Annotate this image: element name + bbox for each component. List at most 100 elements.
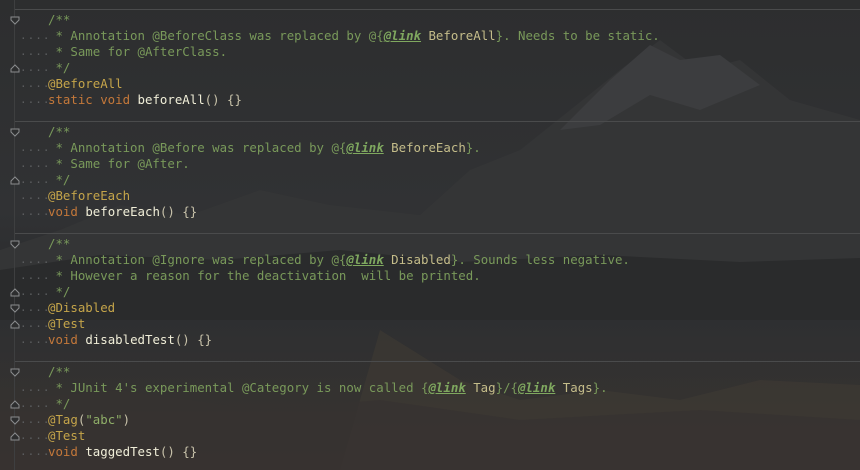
code-text: * Annotation @BeforeClass was replaced b… bbox=[48, 28, 659, 44]
code-line[interactable]: .... @Disabled bbox=[0, 300, 860, 316]
code-text: * Same for @AfterClass. bbox=[48, 44, 227, 60]
code-line[interactable]: .... void taggedTest() {} bbox=[0, 444, 860, 460]
whitespace-marker: .... bbox=[20, 269, 51, 282]
code-line[interactable]: .... * Same for @After. bbox=[0, 156, 860, 172]
code-token-kw: void bbox=[48, 444, 86, 459]
code-text: @BeforeAll bbox=[48, 76, 123, 92]
whitespace-marker: .... bbox=[20, 333, 51, 346]
code-token-cmt: * Same for @AfterClass. bbox=[48, 44, 228, 59]
code-line[interactable]: /** bbox=[0, 236, 860, 252]
code-text: */ bbox=[48, 396, 70, 412]
code-line[interactable]: .... * However a reason for the deactiva… bbox=[0, 268, 860, 284]
whitespace-marker: .... bbox=[20, 61, 51, 74]
whitespace-marker: .... bbox=[20, 45, 51, 58]
fold-open-icon[interactable] bbox=[10, 128, 20, 137]
code-text: * However a reason for the deactivation … bbox=[48, 268, 480, 284]
code-line[interactable]: .... * JUnit 4's experimental @Category … bbox=[0, 380, 860, 396]
code-token-cmt: */ bbox=[48, 172, 71, 187]
code-token-tag: @link bbox=[518, 380, 556, 395]
code-token-cmt: /** bbox=[48, 124, 71, 139]
whitespace-marker: .... bbox=[20, 205, 51, 218]
fold-close-icon[interactable] bbox=[10, 176, 20, 185]
code-token-fn: beforeEach bbox=[85, 204, 160, 219]
code-line[interactable]: .... */ bbox=[0, 396, 860, 412]
code-token-ann: @Tag bbox=[48, 412, 78, 427]
code-line[interactable]: .... */ bbox=[0, 172, 860, 188]
code-line[interactable]: .... void disabledTest() {} bbox=[0, 332, 860, 348]
code-line[interactable]: .... void beforeEach() {} bbox=[0, 204, 860, 220]
code-token-tag: @link bbox=[346, 252, 384, 267]
code-token-cmt: * Annotation @Before was replaced by @{ bbox=[48, 140, 347, 155]
code-token-cmt: }. bbox=[592, 380, 608, 395]
code-token-cmt: /** bbox=[48, 12, 71, 27]
code-token-pun: () {} bbox=[159, 444, 198, 459]
whitespace-marker: .... bbox=[20, 141, 51, 154]
code-line[interactable]: .... * Annotation @BeforeClass was repla… bbox=[0, 28, 860, 44]
fold-close-icon[interactable] bbox=[10, 64, 20, 73]
code-line[interactable]: /** bbox=[0, 124, 860, 140]
fold-open-icon[interactable] bbox=[10, 240, 20, 249]
code-token-kw: void bbox=[48, 332, 86, 347]
whitespace-marker: .... bbox=[20, 189, 51, 202]
whitespace-marker: .... bbox=[20, 381, 51, 394]
code-line[interactable]: .... * Annotation @Ignore was replaced b… bbox=[0, 252, 860, 268]
code-token-cmt: * JUnit 4's experimental @Category is no… bbox=[48, 380, 429, 395]
code-editor[interactable]: /**.... * Annotation @BeforeClass was re… bbox=[0, 0, 860, 470]
code-token-ann: @Disabled bbox=[48, 300, 116, 315]
code-text: * Same for @After. bbox=[48, 156, 189, 172]
code-token-ref: BeforeEach bbox=[383, 140, 466, 155]
code-text: @Test bbox=[48, 316, 85, 332]
code-line[interactable]: .... @BeforeEach bbox=[0, 188, 860, 204]
code-line[interactable]: .... * Annotation @Before was replaced b… bbox=[0, 140, 860, 156]
code-token-tag: @link bbox=[346, 140, 384, 155]
code-token-cmt: /** bbox=[48, 236, 71, 251]
fold-close-icon[interactable] bbox=[10, 400, 20, 409]
code-token-ann: @Test bbox=[48, 428, 86, 443]
code-token-ref: BeforeAll bbox=[421, 28, 496, 43]
code-line[interactable]: /** bbox=[0, 12, 860, 28]
fold-open-icon[interactable] bbox=[10, 16, 20, 25]
code-token-pun: () {} bbox=[174, 332, 213, 347]
code-token-cmt: }/{ bbox=[495, 380, 518, 395]
code-text: @BeforeEach bbox=[48, 188, 130, 204]
fold-close-icon[interactable] bbox=[10, 432, 20, 441]
code-token-cmt: /** bbox=[48, 364, 71, 379]
fold-open-icon[interactable] bbox=[10, 304, 20, 313]
code-token-ref: Tags bbox=[555, 380, 593, 395]
code-text: /** bbox=[48, 12, 70, 28]
code-line[interactable]: .... @BeforeAll bbox=[0, 76, 860, 92]
code-token-cmt: * Annotation @Ignore was replaced by @{ bbox=[48, 252, 347, 267]
code-line[interactable]: .... @Test bbox=[0, 316, 860, 332]
fold-open-icon[interactable] bbox=[10, 416, 20, 425]
code-text: * JUnit 4's experimental @Category is no… bbox=[48, 380, 608, 396]
code-line[interactable]: .... */ bbox=[0, 60, 860, 76]
block-separator bbox=[15, 9, 860, 10]
block-separator bbox=[15, 121, 860, 122]
code-text: /** bbox=[48, 124, 70, 140]
code-text: */ bbox=[48, 172, 70, 188]
code-token-pun: ) bbox=[122, 412, 131, 427]
code-token-cmt: */ bbox=[48, 396, 71, 411]
fold-open-icon[interactable] bbox=[10, 368, 20, 377]
code-token-fn: disabledTest bbox=[85, 332, 175, 347]
code-text: /** bbox=[48, 236, 70, 252]
code-token-ref: Disabled bbox=[383, 252, 451, 267]
code-text: */ bbox=[48, 60, 70, 76]
code-line[interactable]: .... static void beforeAll() {} bbox=[0, 92, 860, 108]
code-token-pun: () {} bbox=[204, 92, 242, 107]
code-line[interactable]: .... @Tag("abc") bbox=[0, 412, 860, 428]
code-token-cmt: */ bbox=[48, 284, 71, 299]
fold-close-icon[interactable] bbox=[10, 320, 20, 329]
whitespace-marker: .... bbox=[20, 301, 51, 314]
code-text: void beforeEach() {} bbox=[48, 204, 197, 220]
code-line[interactable]: .... */ bbox=[0, 284, 860, 300]
code-text: @Disabled bbox=[48, 300, 115, 316]
code-token-cmt: }. bbox=[465, 140, 481, 155]
code-line[interactable]: .... * Same for @AfterClass. bbox=[0, 44, 860, 60]
whitespace-marker: .... bbox=[20, 317, 51, 330]
code-line[interactable]: .... @Test bbox=[0, 428, 860, 444]
fold-close-icon[interactable] bbox=[10, 288, 20, 297]
code-line[interactable]: /** bbox=[0, 364, 860, 380]
code-token-tag: @link bbox=[383, 28, 422, 43]
code-token-str: "abc" bbox=[85, 412, 123, 427]
